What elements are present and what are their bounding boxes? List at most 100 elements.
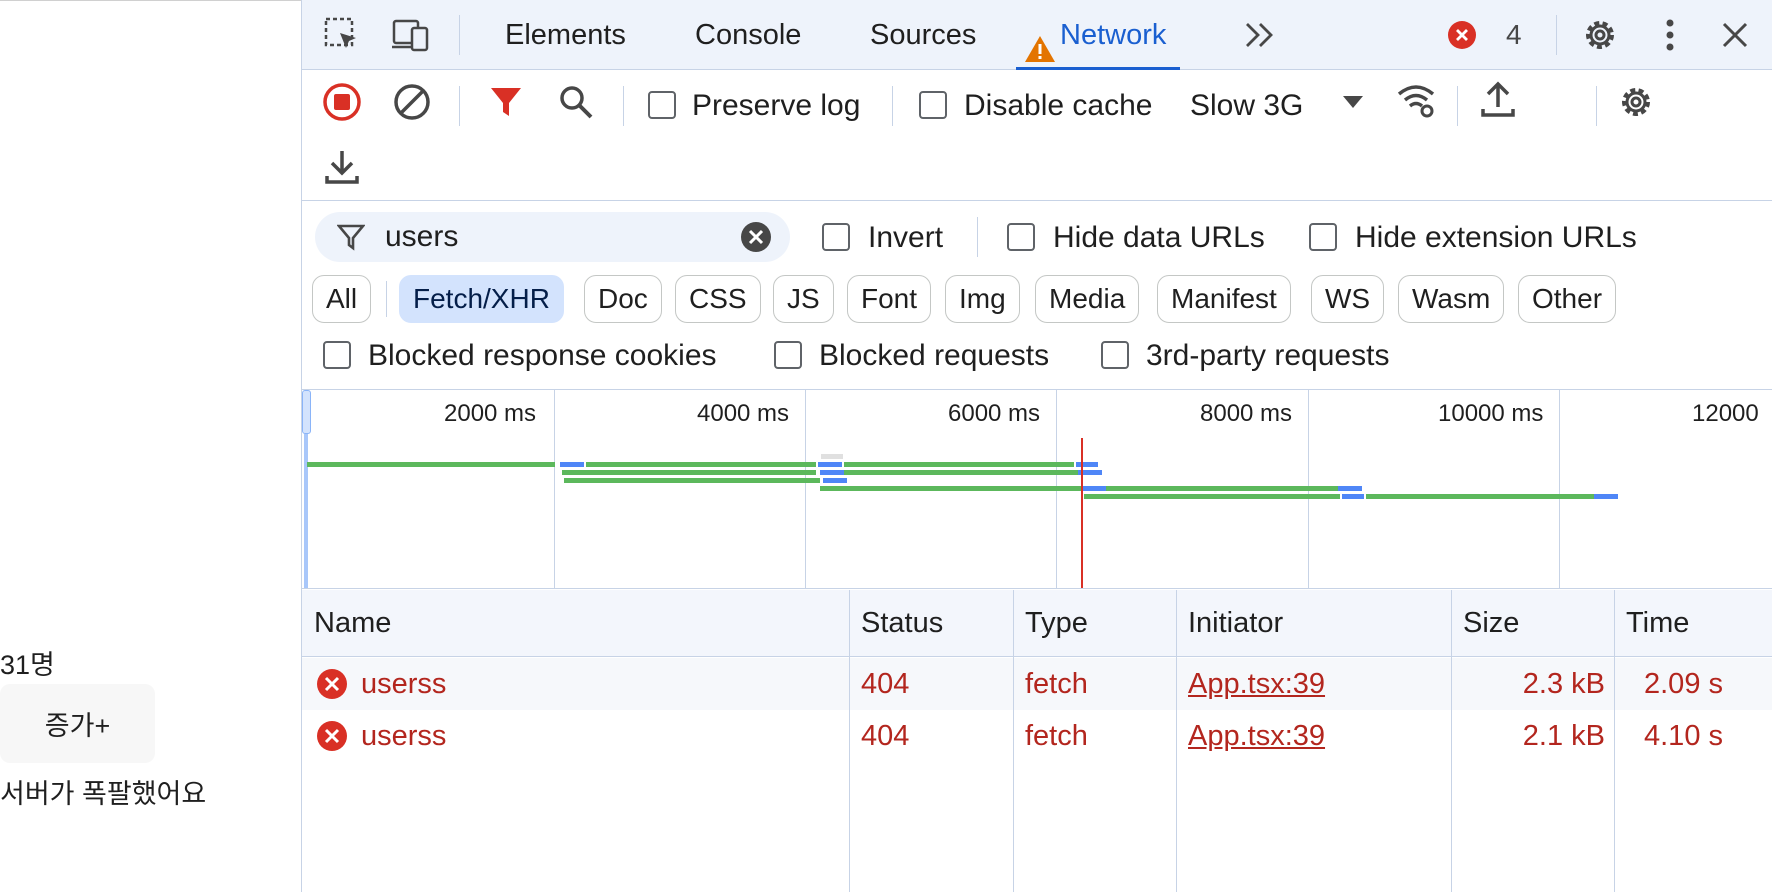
request-type: fetch — [1025, 668, 1088, 700]
table-header: Name Status Type Initiator Size Time — [302, 590, 1772, 657]
invert-checkbox[interactable] — [822, 223, 850, 251]
import-har-icon[interactable] — [1477, 79, 1519, 121]
device-toolbar-icon[interactable] — [390, 14, 432, 56]
disable-cache-checkbox[interactable] — [919, 91, 947, 119]
timeline-handle-left[interactable] — [302, 390, 311, 434]
blocked-response-cookies-checkbox[interactable] — [323, 341, 351, 369]
request-status: 404 — [861, 720, 910, 752]
table-row[interactable]: userss 404 fetch App.tsx:39 2.1 kB 4.10 … — [302, 710, 1772, 762]
type-chip-all[interactable]: All — [312, 275, 372, 323]
column-header-name[interactable]: Name — [302, 590, 391, 657]
throttling-select[interactable]: Slow 3G — [1190, 89, 1303, 123]
timeline-gridline — [1559, 390, 1560, 588]
user-count-text: 31명 — [0, 650, 55, 680]
tab-elements[interactable]: Elements — [505, 0, 626, 70]
hide-data-urls-checkbox[interactable] — [1007, 223, 1035, 251]
column-divider — [1614, 590, 1615, 892]
preserve-log-checkbox[interactable] — [648, 91, 676, 119]
blocked-requests-label: Blocked requests — [819, 339, 1050, 372]
type-chip-js[interactable]: JS — [773, 275, 834, 323]
type-chip-media[interactable]: Media — [1035, 275, 1140, 323]
more-tabs-icon[interactable] — [1239, 14, 1281, 56]
search-icon[interactable] — [555, 81, 597, 123]
preserve-log-label: Preserve log — [692, 89, 861, 122]
type-chip-manifest[interactable]: Manifest — [1157, 275, 1291, 323]
timeline-bar-waiting — [1084, 494, 1340, 499]
hide-data-urls-label: Hide data URLs — [1053, 221, 1265, 254]
increase-button[interactable]: 증가+ — [0, 684, 155, 763]
type-chip-css[interactable]: CSS — [675, 275, 761, 323]
divider — [623, 86, 624, 126]
column-header-size[interactable]: Size — [1451, 590, 1519, 657]
column-header-status[interactable]: Status — [849, 590, 943, 657]
tab-network[interactable]: Network — [1016, 0, 1181, 70]
stop-recording-icon[interactable] — [321, 81, 363, 123]
timeline-bar-download — [1076, 462, 1098, 467]
third-party-requests-label: 3rd-party requests — [1146, 339, 1390, 372]
timeline-bar-waiting — [307, 462, 555, 467]
filter-input[interactable]: users — [315, 212, 790, 262]
request-error-icon — [316, 720, 348, 752]
timeline-current-marker — [1081, 438, 1083, 588]
type-chip-other[interactable]: Other — [1518, 275, 1617, 323]
type-chip-ws[interactable]: WS — [1311, 275, 1385, 323]
timeline-bar-queued — [821, 454, 843, 459]
request-size: 2.1 kB — [1522, 720, 1605, 752]
request-initiator-link[interactable]: App.tsx:39 — [1188, 710, 1325, 762]
divider — [1596, 86, 1597, 126]
request-time: 2.09 s — [1644, 668, 1723, 700]
timeline-tick-label: 6000 ms — [948, 400, 1041, 427]
column-header-type[interactable]: Type — [1013, 590, 1088, 657]
type-chip-font[interactable]: Font — [847, 275, 932, 323]
divider — [459, 15, 460, 55]
close-icon[interactable] — [1714, 14, 1756, 56]
column-header-initiator[interactable]: Initiator — [1176, 590, 1283, 657]
timeline-bar-download — [1594, 494, 1618, 499]
divider — [977, 217, 978, 257]
tab-console[interactable]: Console — [695, 0, 801, 70]
dropdown-arrow-icon[interactable] — [1332, 81, 1374, 123]
network-settings-icon[interactable] — [1615, 81, 1657, 123]
request-name: userss — [361, 720, 447, 752]
timeline-tick-label: 10000 ms — [1438, 400, 1544, 427]
divider — [0, 0, 301, 1]
error-message: 서버가 폭팔했어요 — [0, 779, 207, 809]
timeline-bar-waiting — [562, 470, 816, 475]
network-conditions-icon[interactable] — [1395, 79, 1437, 121]
request-initiator-link[interactable]: App.tsx:39 — [1188, 658, 1325, 710]
tab-sources[interactable]: Sources — [870, 0, 976, 70]
type-chip-img[interactable]: Img — [945, 275, 1020, 323]
devtools-panel: Elements Console Sources Network 4 Prese… — [301, 0, 1772, 892]
third-party-requests-checkbox[interactable] — [1101, 341, 1129, 369]
network-overview-timeline[interactable]: 2000 ms 4000 ms 6000 ms 8000 ms 10000 ms… — [302, 389, 1772, 589]
timeline-bar-download — [818, 462, 842, 467]
timeline-tick-label: 2000 ms — [444, 400, 537, 427]
more-options-icon[interactable] — [1649, 14, 1691, 56]
type-chip-wasm[interactable]: Wasm — [1398, 275, 1505, 323]
error-icon[interactable] — [1445, 14, 1479, 56]
network-filter-bar: users Invert Hide data URLs Hide extensi… — [302, 202, 1772, 388]
request-name: userss — [361, 668, 447, 700]
network-toolbar: Preserve log Disable cache Slow 3G — [302, 71, 1772, 201]
inspect-element-icon[interactable] — [321, 14, 363, 56]
timeline-bar-download — [1342, 494, 1364, 499]
blocked-response-cookies-label: Blocked response cookies — [368, 339, 717, 372]
hide-extension-urls-checkbox[interactable] — [1309, 223, 1337, 251]
timeline-bar-download — [820, 470, 844, 475]
blocked-requests-checkbox[interactable] — [774, 341, 802, 369]
disable-cache-label: Disable cache — [964, 89, 1153, 122]
clear-filter-icon[interactable] — [740, 221, 772, 258]
hide-extension-urls-label: Hide extension URLs — [1355, 221, 1637, 254]
clear-icon[interactable] — [391, 81, 433, 123]
app-page: 31명 증가+ 서버가 폭팔했어요 — [0, 0, 301, 892]
type-chip-doc[interactable]: Doc — [584, 275, 662, 323]
type-chip-fetch-xhr[interactable]: Fetch/XHR — [399, 275, 564, 323]
export-har-icon[interactable] — [321, 146, 363, 188]
settings-gear-icon[interactable] — [1579, 14, 1621, 56]
column-header-time[interactable]: Time — [1614, 590, 1689, 657]
divider — [386, 281, 387, 317]
timeline-bar-download — [1082, 486, 1106, 491]
error-count[interactable]: 4 — [1506, 14, 1522, 56]
table-row[interactable]: userss 404 fetch App.tsx:39 2.3 kB 2.09 … — [302, 658, 1772, 710]
filter-icon[interactable] — [485, 81, 527, 123]
